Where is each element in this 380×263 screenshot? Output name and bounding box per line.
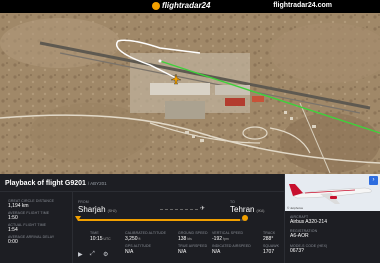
divider	[72, 192, 73, 263]
fr24-logo: flightradar24	[152, 1, 210, 10]
track-label: TRACK	[263, 231, 276, 235]
to-city: Tehran	[230, 205, 255, 214]
playback-handle[interactable]	[242, 215, 248, 221]
plane-icon: ✈	[200, 206, 206, 212]
playback-progress	[78, 219, 240, 221]
flight-title: Playback of flight G9201 / ABY201	[5, 180, 107, 187]
registration-value: A6-AOR	[290, 233, 309, 239]
gs-label: GROUND SPEED	[178, 231, 208, 235]
gps-label: GPS ALTITUDE	[125, 244, 152, 248]
playback-bar[interactable]	[78, 219, 245, 221]
stat-value: 0:00	[8, 239, 18, 245]
site-url: flightradar24.com	[273, 2, 332, 9]
to-label: TO	[230, 200, 235, 204]
logo-text: flightradar24	[162, 1, 211, 10]
gps-value: N/A	[125, 249, 134, 255]
stat-value: 1:50	[8, 215, 18, 221]
ias-value: N/A	[212, 249, 221, 255]
flight-title-text: Playback of flight G9201	[5, 180, 86, 187]
playback-start-marker	[75, 216, 81, 221]
stat-value: 1,194 km	[8, 203, 29, 209]
flight-info-panel: Playback of flight G9201 / ABY201 GREAT …	[0, 174, 380, 263]
divider	[0, 191, 285, 192]
photo-credit: © Jetphotos	[287, 206, 304, 210]
fr24-logo-icon	[152, 1, 160, 10]
aircraft-type: Airbus A320-214	[290, 219, 327, 225]
callsign: / ABY201	[87, 181, 107, 186]
time-label: TIME	[90, 231, 99, 235]
vs-label: VERTICAL SPEED	[212, 231, 244, 235]
satellite-map[interactable]	[0, 13, 380, 174]
route-progress	[160, 209, 198, 210]
gs-value: 138kts	[178, 236, 192, 242]
to-airport[interactable]: Tehran (IKA)	[230, 205, 264, 214]
tas-label: TRUE AIRSPEED	[178, 244, 208, 248]
from-label: FROM	[78, 200, 89, 204]
squawk-label: SQUAWK	[263, 244, 280, 248]
stat-value: 1:54	[8, 227, 18, 233]
from-airport[interactable]: Sharjah (SHJ)	[78, 205, 117, 214]
time-value: 10:15UTC	[90, 236, 111, 242]
top-bar: flightradar24 flightradar24.com	[0, 0, 380, 13]
play-icon[interactable]: ▶	[78, 251, 83, 258]
settings-icon[interactable]: ⚙	[103, 251, 108, 258]
squawk-value: 1707	[263, 249, 275, 255]
to-code: (IKA)	[256, 209, 265, 213]
alt-value: 3,250ft	[125, 236, 141, 242]
vs-value: -192fpm	[212, 236, 229, 242]
map-canvas	[0, 13, 380, 174]
from-city: Sharjah	[78, 205, 106, 214]
photo-expand-button[interactable]: ›	[369, 176, 378, 185]
ias-label: INDICATED AIRSPEED	[212, 244, 251, 248]
alt-label: CALIBRATED ALTITUDE	[125, 231, 167, 235]
track-value: 288°	[263, 236, 274, 242]
expand-icon[interactable]: ⤢	[90, 251, 95, 258]
aircraft-photo[interactable]: © Jetphotos ›	[285, 174, 380, 211]
tas-value: N/A	[178, 249, 187, 255]
hex-value: 0673?	[290, 248, 304, 254]
from-code: (SHJ)	[107, 209, 117, 213]
